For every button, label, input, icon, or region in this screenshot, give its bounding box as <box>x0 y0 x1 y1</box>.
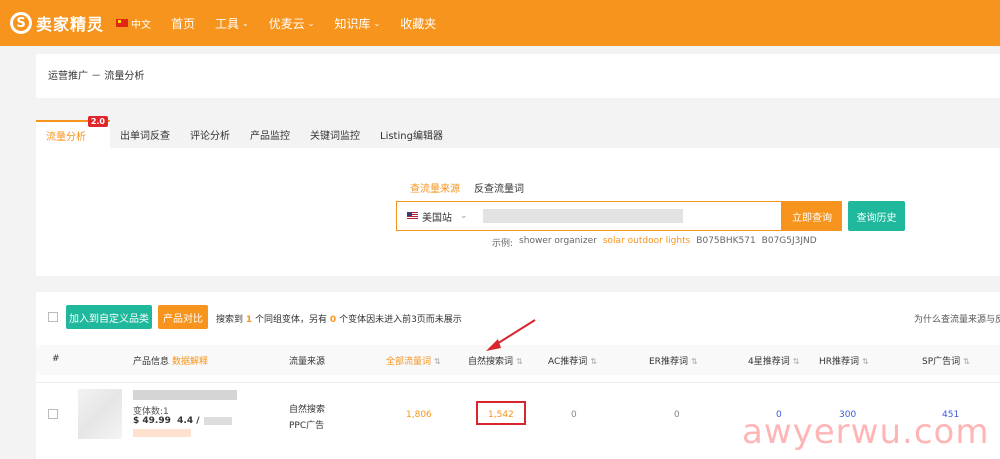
search-mode-tabs: 查流量来源 反查流量词 <box>410 180 538 195</box>
example-link[interactable]: solar outdoor lights <box>603 236 690 249</box>
col-ac[interactable]: AC推荐词 ⇅ <box>548 354 597 367</box>
top-nav: S 卖家精灵 中文 首页 工具 ⌄ 优麦云 ⌄ 知识库 ⌄ 收藏夹 <box>0 0 1000 46</box>
col-four-star[interactable]: 4星推荐词 ⇅ <box>748 354 799 367</box>
tab-keyword-monitor[interactable]: 关键词监控 <box>300 120 370 148</box>
er-count: 0 <box>674 410 680 420</box>
language-switch[interactable]: 中文 <box>116 16 151 31</box>
language-label: 中文 <box>131 19 152 31</box>
watermark: awyerwu.com <box>742 412 990 452</box>
data-explain-link[interactable]: 数据解释 <box>172 357 208 367</box>
nav-item-knowledge[interactable]: 知识库 ⌄ <box>334 15 380 32</box>
tab-traffic-source[interactable]: 查流量来源 <box>410 180 460 195</box>
price-rating: $ 49.99 4.4 / <box>133 416 232 426</box>
site-select[interactable]: 美国站 ⌄ <box>397 209 477 224</box>
col-sp[interactable]: SP广告词 ⇅ <box>922 354 970 367</box>
chevron-down-icon: ⌄ <box>242 18 249 28</box>
search-box: 美国站 ⌄ <box>396 201 782 231</box>
china-flag-icon <box>116 19 129 27</box>
tool-tabs: 流量分析 2.0 出单词反查 评论分析 产品监控 关键词监控 Listing编辑… <box>36 116 1000 148</box>
chevron-down-icon: ⌄ <box>307 18 315 28</box>
all-keywords-count[interactable]: 1,806 <box>406 410 432 420</box>
row-checkbox[interactable] <box>48 409 58 419</box>
version-badge: 2.0 <box>87 116 108 127</box>
logo-icon: S <box>10 12 32 34</box>
product-title-redacted[interactable] <box>133 390 237 400</box>
sort-icon: ⇅ <box>590 357 597 366</box>
price: $ 49.99 <box>133 416 171 426</box>
query-button[interactable]: 立即查询 <box>782 201 842 231</box>
search-card: 查流量来源 反查流量词 美国站 ⌄ 立即查询 查询历史 示例: shower o… <box>36 148 1000 276</box>
example-link[interactable]: B07G5J3JND <box>762 236 817 249</box>
sort-icon: ⇅ <box>690 357 698 366</box>
breadcrumb: 运营推广 － 流量分析 <box>48 71 145 82</box>
redacted-value <box>203 417 232 425</box>
asin-input[interactable] <box>483 209 683 223</box>
tab-traffic-analysis[interactable]: 流量分析 2.0 <box>36 116 110 148</box>
result-summary: 搜索到 1 个同组变体，另有 0 个变体因未进入前3页而未展示 <box>216 315 462 325</box>
history-button[interactable]: 查询历史 <box>848 201 905 231</box>
col-index: # <box>52 354 60 364</box>
traffic-source: 自然搜索 PPC广告 <box>289 405 326 431</box>
search-examples: 示例: shower organizer solar outdoor light… <box>492 236 823 249</box>
chevron-down-icon: ⌄ <box>373 18 381 28</box>
sort-icon: ⇅ <box>862 357 869 366</box>
nav-item-home[interactable]: 首页 <box>171 15 195 32</box>
select-all-checkbox[interactable] <box>48 312 58 322</box>
rating: 4.4 / <box>177 416 200 426</box>
logo[interactable]: S 卖家精灵 <box>10 11 104 35</box>
nav-item-favorites[interactable]: 收藏夹 <box>400 15 436 32</box>
tab-order-keyword[interactable]: 出单词反查 <box>110 120 180 148</box>
chevron-down-icon: ⌄ <box>460 211 468 221</box>
example-link[interactable]: shower organizer <box>519 236 597 249</box>
col-hr[interactable]: HR推荐词 ⇅ <box>819 354 869 367</box>
tab-reverse-keyword[interactable]: 反查流量词 <box>474 180 524 195</box>
add-to-category-button[interactable]: 加入到自定义品类 <box>66 305 152 329</box>
us-flag-icon <box>407 212 418 220</box>
logo-text: 卖家精灵 <box>36 15 105 34</box>
sort-icon: ⇅ <box>516 357 523 366</box>
sort-icon: ⇅ <box>434 357 441 366</box>
redacted-info <box>133 429 191 437</box>
tab-product-monitor[interactable]: 产品监控 <box>240 120 300 148</box>
breadcrumb-card: 运营推广 － 流量分析 <box>36 54 1000 98</box>
site-label: 美国站 <box>422 212 452 224</box>
product-thumbnail[interactable] <box>78 389 122 439</box>
compare-button[interactable]: 产品对比 <box>158 305 208 329</box>
highlight-box <box>476 401 526 425</box>
tab-listing-editor[interactable]: Listing编辑器 <box>370 120 453 148</box>
nav-item-tools[interactable]: 工具 ⌄ <box>215 15 249 32</box>
sort-icon: ⇅ <box>792 357 800 366</box>
tab-review-analysis[interactable]: 评论分析 <box>180 120 240 148</box>
example-link[interactable]: B075BHK571 <box>696 236 755 249</box>
sort-icon: ⇅ <box>963 357 970 366</box>
col-organic[interactable]: 自然搜索词 ⇅ <box>468 354 523 367</box>
col-product: 产品信息 数据解释 <box>133 357 209 367</box>
col-source: 流量来源 <box>289 357 326 367</box>
ac-count: 0 <box>571 410 577 420</box>
col-all-keywords[interactable]: 全部流量词 ⇅ <box>386 354 441 367</box>
examples-label: 示例: <box>492 239 514 249</box>
help-link[interactable]: 为什么查流量来源与反 <box>914 312 1000 325</box>
col-er[interactable]: ER推荐词 ⇅ <box>649 354 698 367</box>
table-header: # 产品信息 数据解释 流量来源 全部流量词 ⇅ 自然搜索词 ⇅ AC推荐词 ⇅ ER推… <box>36 345 1000 375</box>
nav-item-youmaiyun[interactable]: 优麦云 ⌄ <box>269 15 315 32</box>
